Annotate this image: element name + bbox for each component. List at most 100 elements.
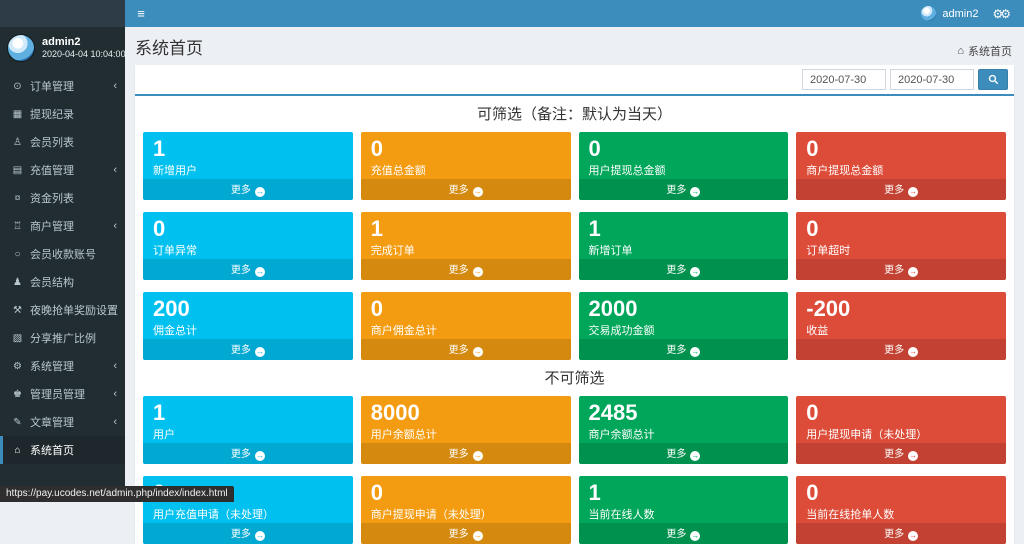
sidebar-item-withdraw-records[interactable]: ▦ 提现纪录: [0, 100, 125, 128]
stat-box: 8000 用户余额总计 更多→: [361, 396, 571, 464]
sidebar-item-article-management[interactable]: ✎ 文章管理 ‹: [0, 408, 125, 436]
more-link[interactable]: 更多→: [579, 339, 789, 360]
more-link[interactable]: 更多→: [143, 443, 353, 464]
stats-grid-filterable: 1 新增用户 更多→ 0 充值总金额 更多→ 0 用户提现总金额 更多→ 0 商…: [135, 132, 1014, 360]
sidebar-user-panel: admin2 2020-04-04 10:04:00: [0, 27, 125, 68]
arrow-circle-right-icon: →: [473, 451, 483, 461]
date-filter-form: [135, 65, 1014, 94]
stat-box: 0 充值总金额 更多→: [361, 132, 571, 200]
more-link[interactable]: 更多→: [143, 179, 353, 200]
arrow-circle-right-icon: →: [255, 187, 265, 197]
sidebar-item-system-home[interactable]: ⌂ 系统首页: [0, 436, 125, 464]
section-title-non-filterable: 不可筛选: [135, 367, 1014, 388]
arrow-circle-right-icon: →: [473, 347, 483, 357]
stat-box: 1 用户 更多→: [143, 396, 353, 464]
stat-value: 1: [589, 216, 779, 241]
more-link[interactable]: 更多→: [143, 339, 353, 360]
stat-label: 当前在线抢单人数: [806, 506, 996, 522]
more-link[interactable]: 更多→: [361, 339, 571, 360]
chevron-left-icon: ‹: [113, 220, 119, 232]
stat-value: 0: [806, 136, 996, 161]
navbar-user-menu[interactable]: admin2: [915, 0, 984, 27]
arrow-circle-right-icon: →: [255, 347, 265, 357]
stat-label: 用户提现申请（未处理）: [806, 426, 996, 442]
more-link[interactable]: 更多→: [579, 179, 789, 200]
more-link[interactable]: 更多→: [143, 259, 353, 280]
dashboard-panel: 可筛选（备注：默认为当天） 1 新增用户 更多→ 0 充值总金额 更多→ 0 用…: [135, 65, 1014, 544]
stat-value: 0: [371, 296, 561, 321]
stat-value: 0: [806, 216, 996, 241]
stat-label: 用户充值申请（未处理）: [153, 506, 343, 522]
wrench-icon: ⚒: [11, 305, 24, 316]
sidebar-item-merchant-management[interactable]: ♖ 商户管理 ‹: [0, 212, 125, 240]
search-icon: [988, 74, 999, 85]
sidebar-item-recharge-management[interactable]: ▤ 充值管理 ‹: [0, 156, 125, 184]
chevron-left-icon: ‹: [113, 360, 119, 372]
sidebar-menu: ⊙ 订单管理 ‹ ▦ 提现纪录 ♙ 会员列表 ▤ 充值管理 ‹ ¤ 资金列表 ♖…: [0, 72, 125, 464]
browser-status-url: https://pay.ucodes.net/admin.php/index/i…: [0, 486, 234, 502]
home-icon: ⌂: [957, 45, 964, 57]
sidebar-brand-strip: [0, 0, 125, 27]
sidebar-item-order-management[interactable]: ⊙ 订单管理 ‹: [0, 72, 125, 100]
section-title-filterable: 可筛选（备注：默认为当天）: [135, 103, 1014, 124]
chevron-left-icon: ‹: [113, 416, 119, 428]
sidebar-item-funds-list[interactable]: ¤ 资金列表: [0, 184, 125, 212]
breadcrumb[interactable]: ⌂ 系统首页: [957, 43, 1012, 59]
date-to-input[interactable]: [890, 69, 974, 90]
arrow-circle-right-icon: →: [690, 347, 700, 357]
arrow-circle-right-icon: →: [908, 531, 918, 541]
more-link[interactable]: 更多→: [361, 523, 571, 544]
edit-icon: ✎: [11, 417, 24, 428]
sidebar-item-member-list[interactable]: ♙ 会员列表: [0, 128, 125, 156]
stat-label: 订单异常: [153, 242, 343, 258]
chevron-left-icon: ‹: [113, 388, 119, 400]
arrow-circle-right-icon: →: [255, 267, 265, 277]
stat-label: 收益: [806, 322, 996, 338]
stat-box: 0 商户提现总金额 更多→: [796, 132, 1006, 200]
dashboard-icon: ⊙: [11, 81, 24, 92]
stat-label: 商户提现申请（未处理）: [371, 506, 561, 522]
more-link[interactable]: 更多→: [796, 179, 1006, 200]
more-link[interactable]: 更多→: [579, 259, 789, 280]
sidebar-toggle-button[interactable]: ≡: [125, 0, 157, 27]
sidebar-item-member-structure[interactable]: ♟ 会员结构: [0, 268, 125, 296]
stat-box: 1 新增用户 更多→: [143, 132, 353, 200]
more-link[interactable]: 更多→: [796, 339, 1006, 360]
more-link[interactable]: 更多→: [796, 443, 1006, 464]
sidebar-item-share-promotion-ratio[interactable]: ▧ 分享推广比例: [0, 324, 125, 352]
date-from-input[interactable]: [802, 69, 886, 90]
more-link[interactable]: 更多→: [361, 259, 571, 280]
arrow-circle-right-icon: →: [908, 267, 918, 277]
stat-label: 新增订单: [589, 242, 779, 258]
arrow-circle-right-icon: →: [473, 267, 483, 277]
stat-box: 2000 交易成功金额 更多→: [579, 292, 789, 360]
gear-icon: ⚙: [11, 361, 24, 372]
stat-box: 0 商户佣金总计 更多→: [361, 292, 571, 360]
more-link[interactable]: 更多→: [361, 443, 571, 464]
stat-label: 新增用户: [153, 162, 343, 178]
settings-cogs-icon[interactable]: ⚙⚙: [984, 0, 1016, 27]
stat-label: 商户余额总计: [589, 426, 779, 442]
page-title: 系统首页: [135, 34, 203, 59]
sidebar-item-member-payment-account[interactable]: ○ 会员收款账号: [0, 240, 125, 268]
sidebar-item-admin-management[interactable]: ♚ 管理员管理 ‹: [0, 380, 125, 408]
more-link[interactable]: 更多→: [361, 179, 571, 200]
arrow-circle-right-icon: →: [473, 187, 483, 197]
sidebar-item-system-management[interactable]: ⚙ 系统管理 ‹: [0, 352, 125, 380]
user-login-datetime: 2020-04-04 10:04:00: [42, 49, 126, 60]
breadcrumb-label: 系统首页: [968, 43, 1012, 59]
image-icon: ▤: [11, 165, 24, 176]
arrow-circle-right-icon: →: [690, 267, 700, 277]
more-link[interactable]: 更多→: [579, 443, 789, 464]
more-link[interactable]: 更多→: [579, 523, 789, 544]
sidebar-item-night-order-reward-settings[interactable]: ⚒ 夜晚抢单奖励设置: [0, 296, 125, 324]
search-button[interactable]: [978, 69, 1008, 90]
more-link[interactable]: 更多→: [796, 523, 1006, 544]
arrow-circle-right-icon: →: [473, 531, 483, 541]
stat-value: 0: [371, 136, 561, 161]
more-link[interactable]: 更多→: [796, 259, 1006, 280]
key-icon: ¤: [11, 193, 24, 204]
stat-label: 充值总金额: [371, 162, 561, 178]
more-link[interactable]: 更多→: [143, 523, 353, 544]
stat-value: 8000: [371, 400, 561, 425]
